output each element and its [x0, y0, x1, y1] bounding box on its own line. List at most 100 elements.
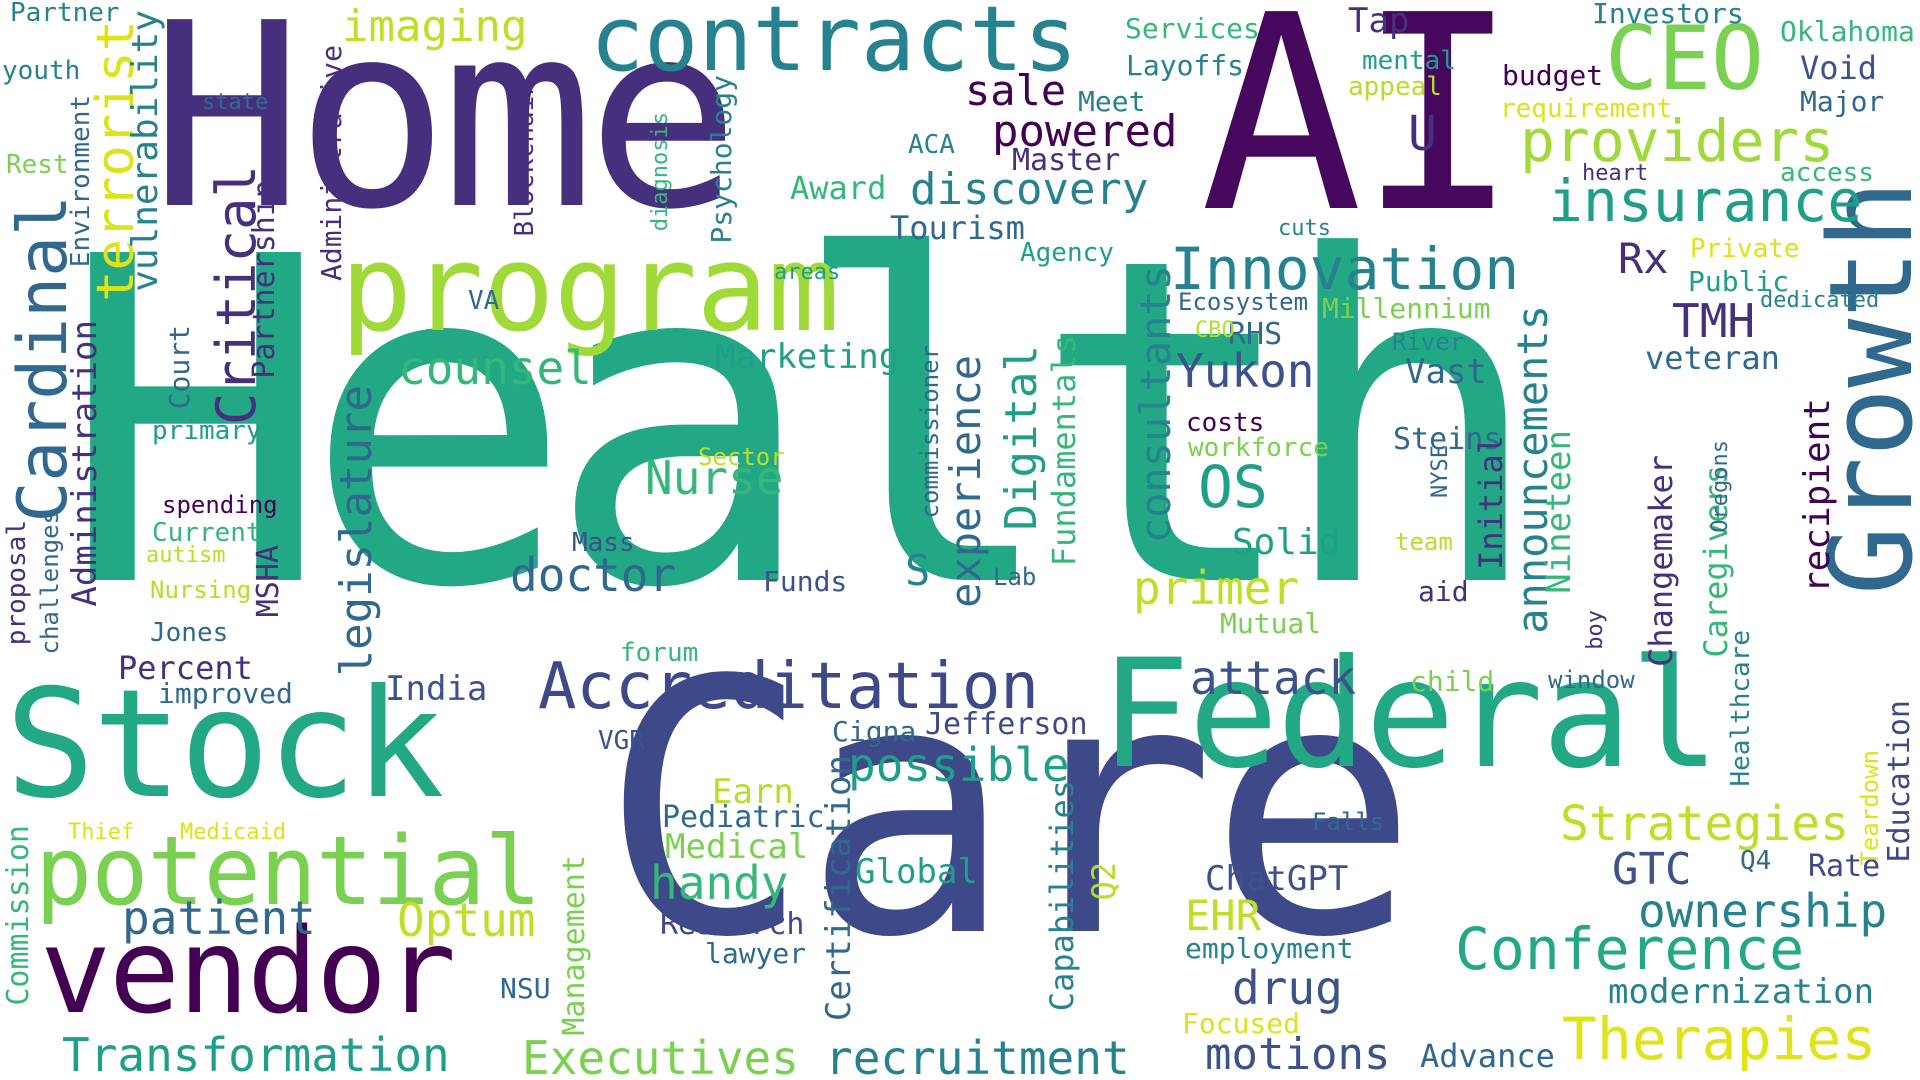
word-gtc: GTC — [1612, 844, 1692, 895]
word-challenges: challenges — [36, 510, 64, 655]
word-primer: primer — [1133, 561, 1300, 615]
word-proposal: proposal — [2, 520, 32, 646]
word-capabilities: Capabilities — [1043, 780, 1081, 1012]
word-mutual: Mutual — [1220, 607, 1322, 640]
word-fundamentals: Fundamentals — [1045, 335, 1083, 567]
word-ecosystem: Ecosystem — [1178, 288, 1309, 316]
word-cigna: Cigna — [832, 715, 917, 748]
word-youth: youth — [2, 56, 81, 86]
word-nsu: NSU — [500, 972, 551, 1005]
word-private: Private — [1690, 234, 1800, 264]
word-sale: sale — [965, 66, 1067, 115]
word-meet: Meet — [1078, 85, 1146, 118]
word-solid: Solid — [1232, 522, 1341, 563]
word-tap: Tap — [1348, 1, 1410, 41]
word-initial: Initial — [1472, 435, 1510, 570]
word-improved: improved — [158, 677, 293, 710]
word-thief: Thief — [68, 820, 135, 845]
word-areas: areas — [774, 260, 841, 285]
word-attack: attack — [1190, 651, 1357, 705]
word-void: Void — [1800, 49, 1878, 87]
word-award: Award — [790, 169, 887, 207]
word-s: S — [905, 546, 931, 595]
word-rhs: RHS — [1228, 317, 1283, 352]
word-agency: Agency — [1020, 238, 1114, 268]
word-requirement: requirement — [1500, 94, 1673, 124]
word-employment: employment — [1185, 932, 1354, 965]
word-advance: Advance — [1420, 1037, 1555, 1075]
word-environment: Environment — [66, 95, 96, 268]
word-heart: heart — [1582, 161, 1649, 186]
word-recipient: recipient — [1797, 398, 1838, 594]
word-recruitment: recruitment — [825, 1031, 1130, 1080]
word-jones: Jones — [150, 618, 229, 648]
word-u: U — [1408, 106, 1437, 162]
word-current: Current — [152, 518, 262, 548]
word-vgr: VGR — [598, 726, 645, 756]
word-certification: Certification — [819, 755, 859, 1022]
word-river: River — [1392, 328, 1465, 356]
word-drug: drug — [1232, 961, 1343, 1015]
word-changemaker: Changemaker — [1642, 455, 1680, 667]
word-diagnosis: diagnosis — [648, 112, 673, 232]
word-research: Research — [660, 907, 805, 942]
word-consultants: consultants — [1131, 265, 1180, 544]
word-layoffs: Layoffs — [1126, 49, 1245, 82]
word-legislature: legislature — [331, 385, 382, 677]
word-millennium: Millennium — [1322, 292, 1491, 325]
word-lawyer: lawyer — [705, 937, 807, 970]
word-commissioner: commissioner — [916, 345, 944, 519]
word-master: Master — [1012, 143, 1121, 178]
word-nyse: NYSE — [1428, 445, 1453, 498]
word-dedicated: dedicated — [1760, 288, 1880, 313]
word-os: OS — [1198, 453, 1268, 521]
word-appeal: appeal — [1348, 72, 1442, 102]
word-yukon: Yukon — [1176, 344, 1315, 398]
word-tmh: TMH — [1672, 294, 1756, 348]
word-chatgpt: ChatGPT — [1205, 859, 1349, 899]
word-falls: Falls — [1312, 808, 1385, 836]
word-lab: Lab — [993, 563, 1037, 591]
word-autism: autism — [146, 543, 226, 568]
word-doctor: doctor — [510, 548, 677, 602]
word-optum: Optum — [397, 893, 536, 947]
word-cuts: cuts — [1278, 216, 1331, 241]
word-aid: aid — [1418, 575, 1469, 608]
word-program: program — [340, 220, 840, 359]
word-cbo: CBO — [1195, 318, 1235, 343]
word-q4: Q4 — [1740, 846, 1772, 876]
word-possible: possible — [848, 738, 1070, 792]
word-blockchain: Blockchain — [510, 80, 540, 237]
word-imaging: imaging — [342, 1, 528, 52]
word-medicaid: Medicaid — [180, 820, 286, 845]
word-court: Court — [163, 325, 196, 410]
word-rx: Rx — [1618, 234, 1669, 283]
word-aca: ACA — [908, 130, 955, 160]
word-services: Services — [1125, 12, 1260, 45]
word-therapies: Therapies — [1562, 1005, 1877, 1073]
word-management: Management — [557, 855, 592, 1036]
word-digital: Digital — [996, 345, 1047, 531]
word-q2: Q2 — [1085, 862, 1123, 901]
word-psychology: Psychology — [705, 75, 738, 244]
word-boy: boy — [1583, 610, 1608, 650]
word-window: window — [1548, 666, 1635, 694]
word-administrative: Administrative — [315, 45, 348, 282]
word-cloud: Health Care AI Home Growth Federal Stock… — [0, 0, 1920, 1080]
word-healthcare: Healthcare — [1726, 630, 1756, 787]
word-education: Education — [1882, 700, 1917, 863]
word-investors: Investors — [1592, 0, 1744, 30]
word-sector: Sector — [698, 443, 785, 471]
word-funds: Funds — [763, 565, 848, 598]
word-teardown: Teardown — [1856, 750, 1884, 866]
word-major: Major — [1800, 85, 1885, 118]
word-nineteen: Nineteen — [1539, 430, 1579, 594]
word-veteran: veteran — [1645, 339, 1780, 377]
word-team: team — [1395, 528, 1453, 556]
word-workforce: workforce — [1188, 433, 1329, 463]
word-costs: costs — [1186, 408, 1265, 438]
word-budget: budget — [1502, 59, 1604, 92]
word-tourism: Tourism — [890, 209, 1025, 247]
word-modernization: modernization — [1608, 972, 1875, 1012]
word-mass: Mass — [572, 528, 635, 558]
